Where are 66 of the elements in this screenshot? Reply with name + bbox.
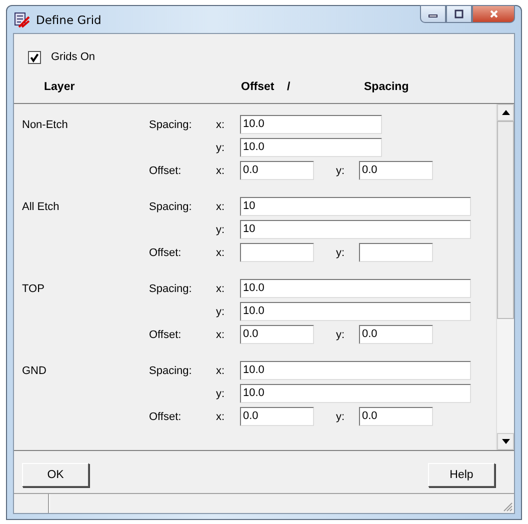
- axis-label: y:: [336, 328, 346, 340]
- axis-label: x:: [216, 328, 226, 340]
- axis-label: y:: [336, 164, 346, 176]
- field-label: Offset:: [149, 164, 182, 176]
- axis-label: y:: [336, 410, 346, 422]
- axis-label: x:: [216, 282, 226, 294]
- close-button[interactable]: [472, 5, 515, 23]
- input-field[interactable]: 0.0: [240, 161, 314, 180]
- input-field[interactable]: 0.0: [240, 407, 314, 426]
- input-field[interactable]: 0.0: [359, 407, 433, 426]
- resize-grip-icon: [503, 502, 513, 512]
- column-header: Layer: [44, 81, 76, 93]
- input-field[interactable]: 10.0: [240, 361, 471, 380]
- input-field[interactable]: 10.0: [240, 115, 382, 134]
- input-field[interactable]: 10: [240, 220, 471, 239]
- input-field[interactable]: 10.0: [240, 384, 471, 403]
- axis-label: x:: [216, 364, 226, 376]
- layer-name: Non-Etch: [22, 118, 69, 130]
- layer-name: TOP: [22, 282, 46, 294]
- axis-label: y:: [216, 142, 226, 154]
- scroll-down-button[interactable]: [497, 433, 514, 450]
- field-label: Offset:: [149, 246, 182, 258]
- maximize-icon: [454, 9, 464, 19]
- axis-label: x:: [216, 410, 226, 422]
- axis-label: y:: [216, 306, 226, 318]
- input-field[interactable]: [240, 243, 314, 262]
- ok-button[interactable]: OK: [22, 463, 89, 487]
- input-field[interactable]: [359, 243, 433, 262]
- axis-label: x:: [216, 200, 226, 212]
- field-label: Spacing:: [149, 364, 193, 376]
- input-field[interactable]: 0.0: [359, 161, 433, 180]
- app-icon: [14, 12, 30, 28]
- header-separator: /: [287, 81, 292, 93]
- axis-label: x:: [216, 164, 226, 176]
- minimize-button[interactable]: [420, 5, 446, 23]
- axis-label: x:: [216, 118, 226, 130]
- input-field[interactable]: 0.0: [240, 325, 314, 344]
- field-label: Spacing:: [149, 118, 193, 130]
- vertical-scrollbar[interactable]: [496, 104, 514, 450]
- layer-name: All Etch: [22, 200, 60, 212]
- axis-label: y:: [216, 388, 226, 400]
- input-field[interactable]: 10.0: [240, 302, 471, 321]
- scroll-up-button[interactable]: [497, 104, 514, 121]
- input-field[interactable]: 10.0: [240, 138, 382, 157]
- window-title: Define Grid: [36, 12, 102, 26]
- field-label: Spacing:: [149, 200, 193, 212]
- help-button[interactable]: Help: [428, 463, 495, 487]
- column-header: Offset: [241, 81, 276, 93]
- input-field[interactable]: 10: [240, 197, 471, 216]
- field-label: Offset:: [149, 410, 182, 422]
- scroll-thumb[interactable]: [497, 121, 514, 319]
- maximize-button[interactable]: [446, 5, 472, 23]
- layer-name: GND: [22, 364, 48, 376]
- checkbox[interactable]: [28, 50, 41, 64]
- field-label: Spacing:: [149, 282, 193, 294]
- axis-label: x:: [216, 246, 226, 258]
- close-icon: [488, 9, 498, 19]
- input-field[interactable]: 0.0: [359, 325, 433, 344]
- axis-label: y:: [216, 224, 226, 236]
- axis-label: y:: [336, 246, 346, 258]
- field-label: Offset:: [149, 328, 182, 340]
- input-field[interactable]: 10.0: [240, 279, 471, 298]
- column-header: Spacing: [364, 81, 409, 93]
- checkbox-label: Grids On: [51, 51, 96, 63]
- down-arrow-icon: [502, 439, 510, 444]
- up-arrow-icon: [502, 110, 510, 115]
